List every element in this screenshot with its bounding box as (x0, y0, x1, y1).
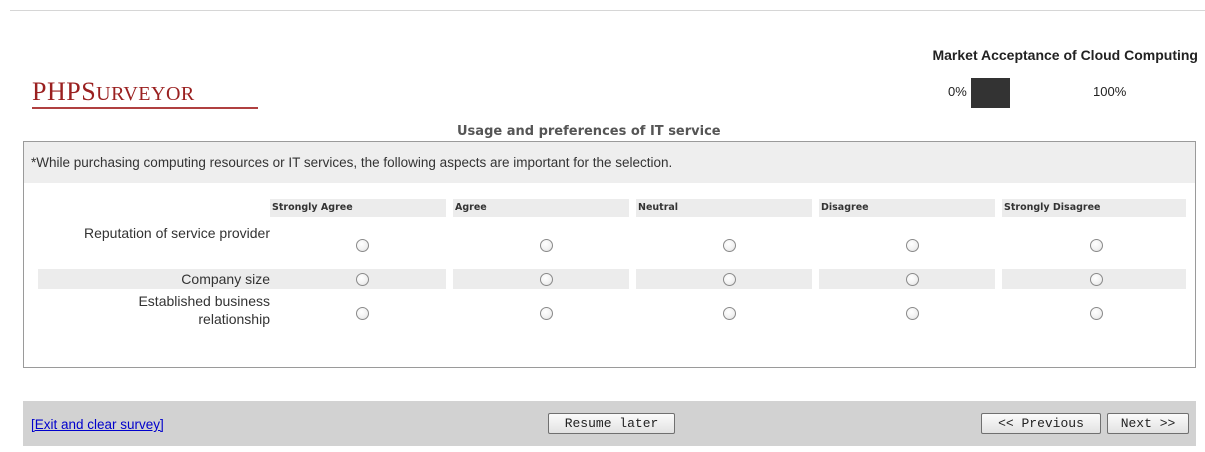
radio-company-size-disagree[interactable] (906, 273, 919, 286)
progress-indicator: 0% 100% (943, 78, 1183, 108)
radio-company-size-agree[interactable] (540, 273, 553, 286)
progress-start-label: 0% (948, 84, 967, 99)
radio-established-strongly-disagree[interactable] (1090, 307, 1103, 320)
group-title: Usage and preferences of IT service (457, 124, 721, 139)
next-button[interactable]: Next >> (1107, 413, 1189, 434)
answer-header-agree: Agree (453, 199, 629, 217)
radio-reputation-agree[interactable] (540, 239, 553, 252)
row-label-reputation: Reputation of service provider (84, 225, 270, 241)
radio-established-disagree[interactable] (906, 307, 919, 320)
navigation-footer: [Exit and clear survey] Resume later << … (23, 401, 1196, 446)
phpsurveyor-logo: PHPSURVEYOR (32, 77, 195, 106)
radio-reputation-strongly-disagree[interactable] (1090, 239, 1103, 252)
radio-reputation-neutral[interactable] (723, 239, 736, 252)
progress-end-label: 100% (1093, 84, 1127, 99)
progress-bar-fill (971, 78, 1010, 108)
radio-established-neutral[interactable] (723, 307, 736, 320)
resume-later-button[interactable]: Resume later (548, 413, 675, 434)
radio-established-strongly-agree[interactable] (356, 307, 369, 320)
logo-underline (32, 107, 258, 109)
radio-reputation-strongly-agree[interactable] (356, 239, 369, 252)
survey-title: Market Acceptance of Cloud Computing (932, 47, 1198, 63)
row-label-established-relationship: Established business relationship (138, 293, 270, 327)
radio-reputation-disagree[interactable] (906, 239, 919, 252)
question-box: *While purchasing computing resources or… (23, 141, 1196, 368)
radio-established-agree[interactable] (540, 307, 553, 320)
previous-button[interactable]: << Previous (981, 413, 1101, 434)
radio-company-size-strongly-disagree[interactable] (1090, 273, 1103, 286)
answer-header-strongly-agree: Strongly Agree (270, 199, 446, 217)
radio-company-size-neutral[interactable] (723, 273, 736, 286)
exit-and-clear-survey-link[interactable]: [Exit and clear survey] (31, 417, 164, 432)
top-divider (10, 10, 1205, 11)
answer-header-disagree: Disagree (819, 199, 995, 217)
radio-company-size-strongly-agree[interactable] (356, 273, 369, 286)
row-label-company-size: Company size (181, 271, 270, 287)
question-text: *While purchasing computing resources or… (24, 142, 1195, 183)
answer-header-neutral: Neutral (636, 199, 812, 217)
answer-header-strongly-disagree: Strongly Disagree (1002, 199, 1186, 217)
